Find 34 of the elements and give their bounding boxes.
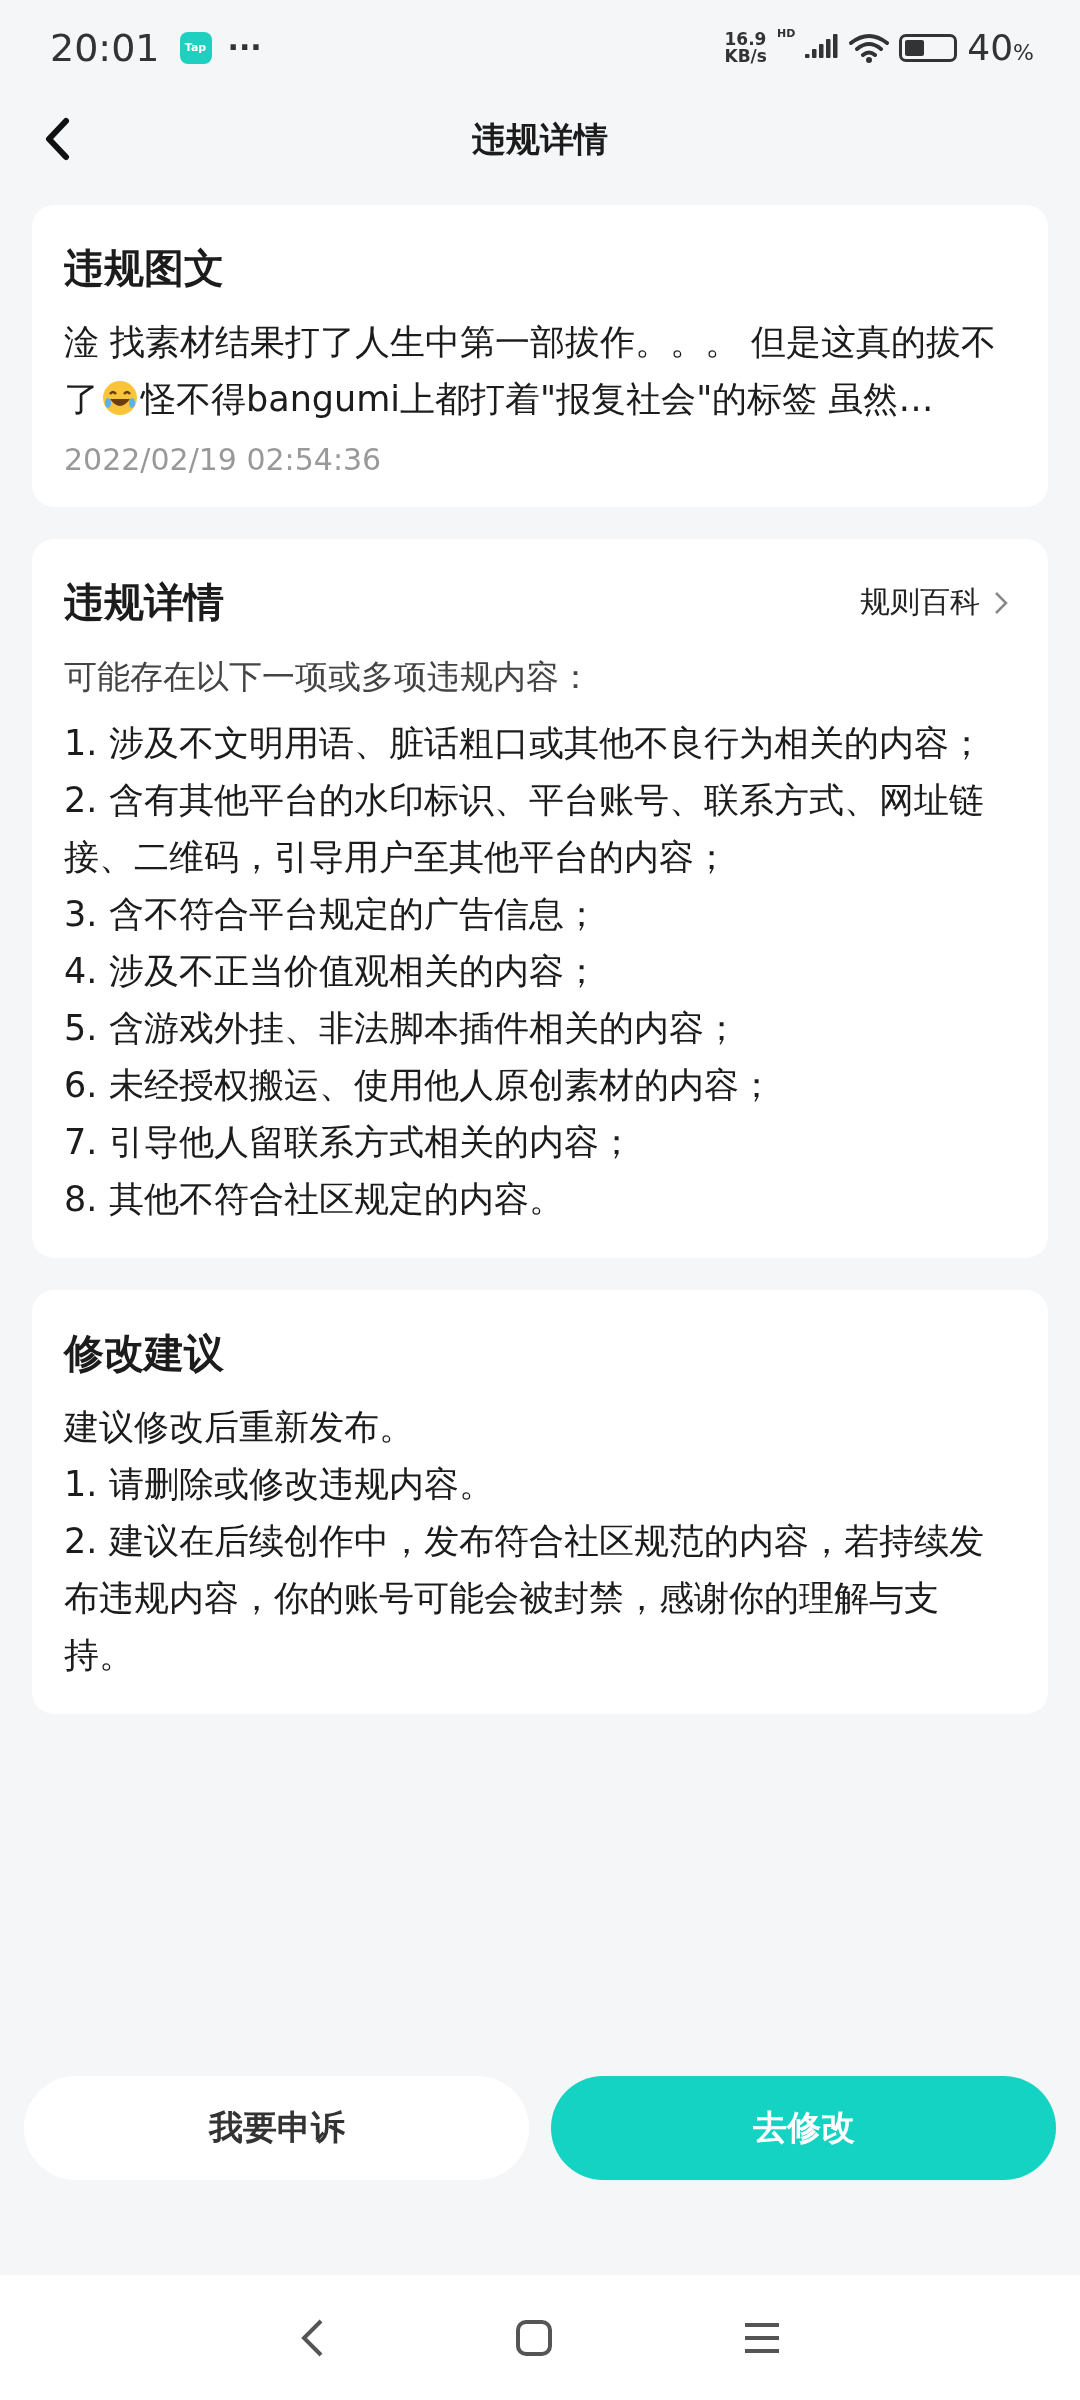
wifi-icon xyxy=(849,32,890,63)
post-date: 2022/02/19 02:54:36 xyxy=(64,442,383,477)
post-excerpt: 淦 找素材结果打了人生中第一部拔作。。。 但是这真的拔不了 怪不得bangumi上都打着"报复社会"的标签 虽然… xyxy=(64,321,998,421)
card-title: 修改建议 xyxy=(64,1329,224,1378)
page-title: 违规详情 xyxy=(472,118,608,161)
violation-item: 5. 含游戏外挂、非法脚本插件相关的内容； xyxy=(64,1007,740,1050)
violation-item: 3. 含不符合平台规定的广告信息； xyxy=(64,893,600,936)
violation-item: 7. 引导他人留联系方式相关的内容； xyxy=(64,1121,635,1164)
net-speed-unit: KB/s xyxy=(724,47,767,65)
back-nav-button[interactable] xyxy=(299,2317,325,2358)
net-speed: 16.9 xyxy=(724,30,767,48)
intro-text: 可能存在以下一项或多项违规内容： xyxy=(64,656,593,698)
status-time: 20:01 xyxy=(50,25,160,70)
violation-item: 2. 含有其他平台的水印标识、平台账号、联系方式、网址链接、二维码，引导用户至其他平台的内容； xyxy=(64,779,985,879)
rules-link[interactable]: 规则百科 xyxy=(860,582,1008,623)
card-title: 违规详情 xyxy=(64,578,224,627)
violation-item: 8. 其他不符合社区规定的内容。 xyxy=(64,1178,565,1221)
card-title: 违规图文 xyxy=(64,244,224,293)
violation-item: 6. 未经授权搬运、使用他人原创素材的内容； xyxy=(64,1064,775,1107)
violation-item: 1. 涉及不文明用语、脏话粗口或其他不良行为相关的内容； xyxy=(64,722,985,765)
app-badge: Tap xyxy=(179,31,212,64)
home-nav-button[interactable] xyxy=(515,2318,553,2357)
menu-nav-button[interactable] xyxy=(743,2320,781,2355)
hd-label: HD xyxy=(776,27,796,40)
appeal-button[interactable]: 我要申诉 xyxy=(24,2076,529,2180)
violation-item: 4. 涉及不正当价值观相关的内容； xyxy=(64,950,600,993)
advice-line: 2. 建议在后续创作中，发布符合社区规范的内容，若持续发布违规内容，你的账号可能会被封禁，感谢你的理解与支持。 xyxy=(64,1520,985,1677)
more-notifications: ··· xyxy=(227,30,262,65)
laughing-emoji-icon xyxy=(101,379,139,417)
advice-line: 1. 请删除或修改违规内容。 xyxy=(64,1463,495,1506)
battery-percent: 40% xyxy=(967,27,1034,68)
chevron-right-icon xyxy=(994,590,1008,615)
battery-icon xyxy=(899,33,958,62)
advice-line: 建议修改后重新发布。 xyxy=(64,1406,415,1449)
